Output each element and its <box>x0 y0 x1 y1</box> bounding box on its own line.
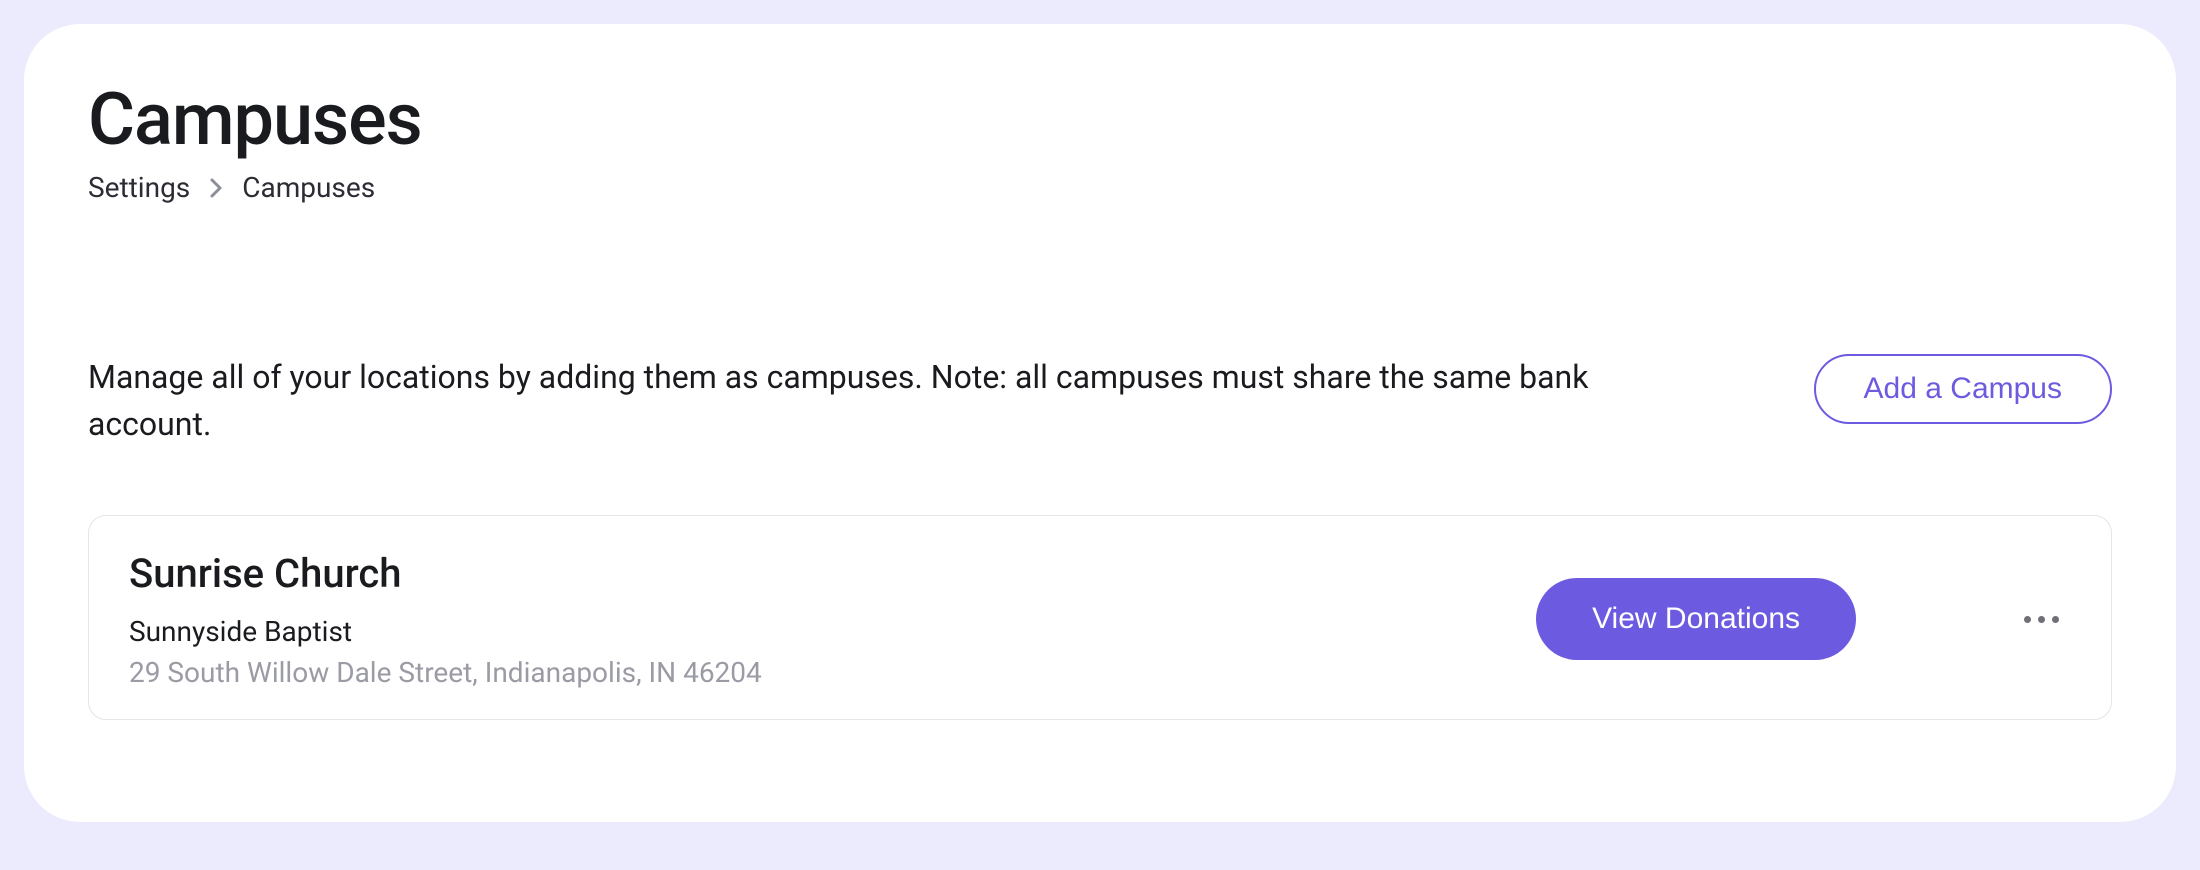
campus-org: Sunnyside Baptist <box>129 615 762 648</box>
main-panel: Campuses Settings Campuses Manage all of… <box>24 24 2176 822</box>
campus-name: Sunrise Church <box>129 550 762 597</box>
dots-horizontal-icon <box>2024 616 2059 623</box>
campus-card: Sunrise Church Sunnyside Baptist 29 Sout… <box>88 515 2112 720</box>
view-donations-button[interactable]: View Donations <box>1536 578 1856 660</box>
breadcrumb: Settings Campuses <box>88 171 2112 204</box>
breadcrumb-current: Campuses <box>242 171 375 204</box>
chevron-right-icon <box>208 176 224 200</box>
add-campus-button[interactable]: Add a Campus <box>1814 354 2112 424</box>
campus-info: Sunrise Church Sunnyside Baptist 29 Sout… <box>129 550 762 689</box>
section-header-row: Manage all of your locations by adding t… <box>88 354 2112 447</box>
campus-card-actions: View Donations <box>1536 578 2067 660</box>
breadcrumb-root-link[interactable]: Settings <box>88 171 190 204</box>
more-options-button[interactable] <box>2016 608 2067 631</box>
page-title: Campuses <box>88 80 2112 159</box>
section-description: Manage all of your locations by adding t… <box>88 354 1648 447</box>
campus-address: 29 South Willow Dale Street, Indianapoli… <box>129 656 762 689</box>
